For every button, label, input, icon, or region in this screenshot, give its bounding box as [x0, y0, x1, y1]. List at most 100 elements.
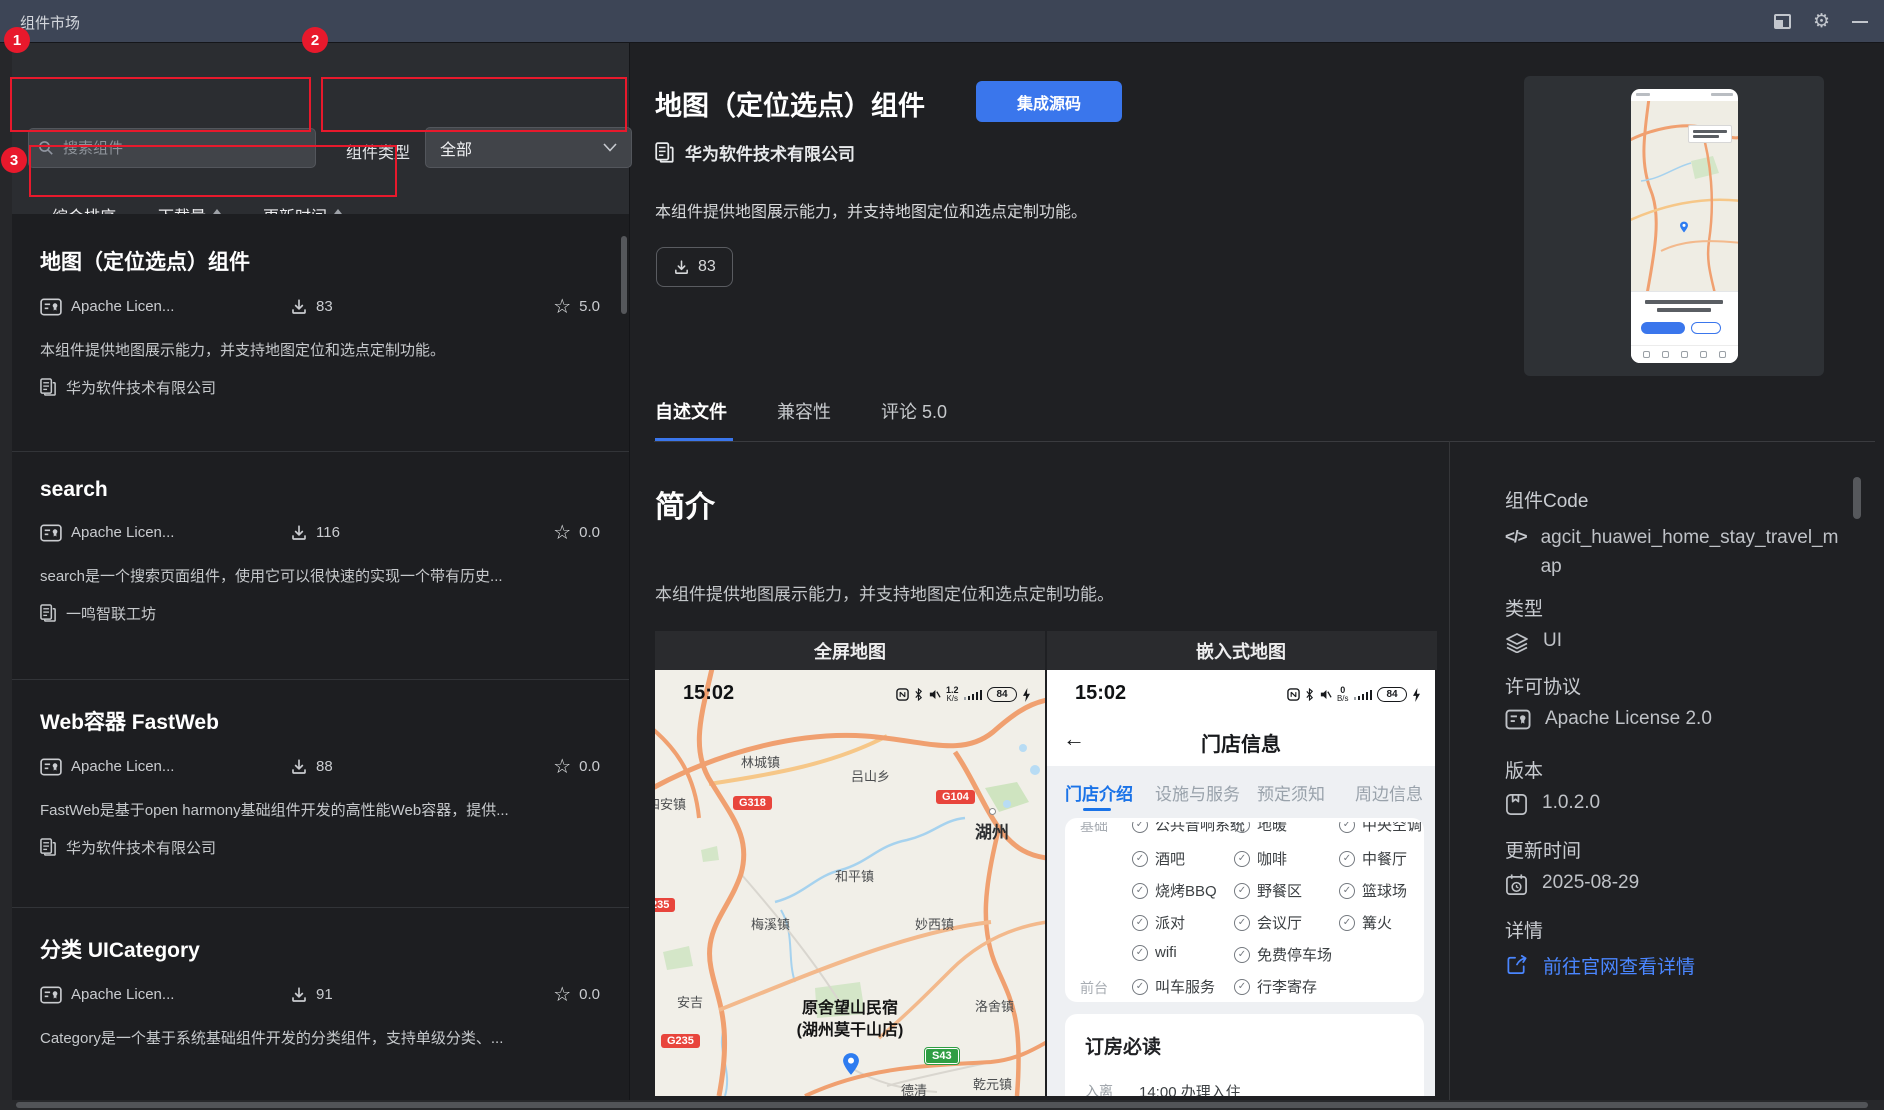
list-item-rating: 0.0 [579, 986, 600, 1003]
road-badge-g235-clipped: 235 [655, 898, 676, 912]
tab-compatibility[interactable]: 兼容性 [777, 398, 831, 424]
list-item-title: Web容器 FastWeb [40, 711, 219, 734]
tab-facilities[interactable]: 设施与服务 [1155, 780, 1240, 805]
city-dot [989, 808, 996, 815]
tab-store-intro[interactable]: 门店介绍 [1065, 780, 1133, 805]
list-item-license: Apache Licen... [71, 524, 175, 541]
integrate-source-button[interactable]: 集成源码 [976, 81, 1122, 122]
component-description: 本组件提供地图展示能力，并支持地图定位和选点定制功能。 [655, 204, 1088, 221]
download-icon [292, 758, 306, 774]
company-icon [655, 141, 674, 163]
list-item-downloads: 91 [316, 986, 333, 1003]
status-bar: 15:02 0 B/s 84 [1047, 670, 1435, 716]
check-icon [1234, 978, 1250, 995]
mini-secondary-button [1691, 322, 1721, 334]
tab-readme[interactable]: 自述文件 [655, 398, 727, 424]
company-icon [40, 378, 56, 396]
tab-comments[interactable]: 评论 5.0 [881, 398, 947, 424]
version-value: 1.0.2.0 [1542, 792, 1601, 813]
minimize-icon[interactable] [1852, 20, 1868, 23]
status-time: 15:02 [1075, 682, 1127, 704]
company-icon [40, 838, 56, 856]
booking-row-value: 14:00 办理入住 [1139, 1084, 1241, 1096]
list-item-desc: Category是一个基于系统基础组件开发的分类组件，支持单级分类、... [40, 1030, 504, 1047]
check-icon [1339, 850, 1355, 867]
map-label: 四安镇 [655, 797, 687, 812]
list-item-rating: 0.0 [579, 524, 600, 541]
status-bar: 15:02 1.2 K/s 84 [655, 670, 1045, 716]
list-item-rating: 0.0 [579, 758, 600, 775]
store-tabs: 门店介绍 设施与服务 预定须知 周边信息 [1047, 766, 1435, 816]
horizontal-scrollbar-thumb[interactable] [16, 1102, 1868, 1108]
check-icon [1234, 914, 1250, 931]
code-value: agcit_huawei_home_stay_travel_map [1540, 527, 1839, 577]
bolt-icon [1413, 687, 1420, 702]
license-icon [1505, 709, 1531, 730]
window-title: 组件市场 [20, 15, 81, 32]
readme-intro: 本组件提供地图展示能力，并支持地图定位和选点定制功能。 [655, 585, 1114, 604]
license-icon [40, 524, 62, 541]
gear-icon[interactable]: ⚙ [1813, 12, 1830, 31]
check-icon [1132, 882, 1148, 899]
active-tab-underline [1083, 808, 1111, 811]
map-label: 梅溪镇 [751, 917, 791, 932]
details-link-row: 前往官网查看详情 [1505, 952, 1695, 979]
check-icon [1132, 944, 1148, 961]
details-scrollbar[interactable] [1853, 477, 1861, 519]
check-icon [1339, 822, 1355, 833]
tab-booking-notes[interactable]: 预定须知 [1257, 780, 1325, 805]
version-row: 1.0.2.0 [1505, 792, 1600, 816]
license-label: 许可协议 [1505, 677, 1582, 698]
tab-nearby[interactable]: 周边信息 [1355, 780, 1423, 805]
chevron-down-icon [603, 143, 617, 152]
component-type-select[interactable]: 全部 [425, 127, 632, 168]
map-label: 妙西镇 [915, 917, 955, 932]
check-icon [1234, 882, 1250, 899]
updated-value: 2025-08-29 [1542, 872, 1640, 893]
sidebar-scrollbar[interactable] [621, 236, 627, 314]
code-icon: </> [1505, 527, 1528, 546]
fullscreen-map-screenshot: 15:02 1.2 K/s 84 林城镇 吕山乡 安镇 G318 G104 湖州… [655, 670, 1047, 1096]
list-item-downloads: 116 [316, 524, 340, 541]
list-item-fastweb[interactable]: Web容器 FastWeb Apache Licen... 88 ☆ 0.0 F… [12, 679, 629, 907]
phone-preview-thumbnail[interactable] [1631, 89, 1738, 363]
battery-indicator: 84 [1377, 687, 1407, 702]
download-count: 83 [698, 258, 716, 275]
component-type-value: 全部 [440, 141, 473, 159]
code-label: 组件Code [1505, 491, 1589, 512]
list-item-desc: FastWeb是基于open harmony基础组件开发的高性能Web容器，提供… [40, 802, 509, 819]
search-input[interactable] [28, 128, 316, 168]
official-site-link[interactable]: 前往官网查看详情 [1543, 952, 1695, 979]
left-gutter [0, 43, 12, 1110]
download-icon [292, 986, 306, 1002]
license-icon [40, 298, 62, 315]
component-type-label: 组件类型 [346, 145, 411, 162]
map-label-city: 湖州 [975, 823, 1009, 842]
readme-table: 全屏地图 嵌入式地图 15:02 1.2 K/s 84 林城镇 吕山乡 安镇 G… [655, 631, 1437, 1096]
share-icon [1507, 955, 1527, 974]
horizontal-scrollbar-track [0, 1100, 1884, 1110]
list-item-search[interactable]: search Apache Licen... 116 ☆ 0.0 search是… [12, 451, 629, 679]
layout-panel-icon[interactable] [1773, 14, 1791, 29]
sidebar-filters: 组件类型 全部 综合排序 下载量 更新时间 [12, 43, 632, 226]
column-header-fullscreen-map: 全屏地图 [655, 631, 1047, 670]
component-list: 地图（定位选点）组件 Apache Licen... 83 ☆ 5.0 本组件提… [12, 214, 630, 1110]
list-item-license: Apache Licen... [71, 986, 175, 1003]
check-icon [1234, 946, 1250, 963]
details-label: 详情 [1505, 921, 1544, 942]
list-item-downloads: 88 [316, 758, 333, 775]
check-icon [1339, 882, 1355, 899]
road-badge-s43: S43 [924, 1047, 960, 1065]
nfc-icon [1287, 688, 1300, 701]
download-icon [292, 524, 306, 540]
component-preview-card [1524, 76, 1824, 376]
battery-indicator: 84 [987, 687, 1017, 702]
road-badge-g235: G235 [661, 1034, 700, 1048]
list-item-uicategory[interactable]: 分类 UICategory Apache Licen... 91 ☆ 0.0 C… [12, 907, 629, 1110]
location-pin-icon [1680, 221, 1688, 233]
type-label: 类型 [1505, 599, 1544, 620]
list-item-title: 分类 UICategory [40, 939, 200, 962]
list-item-company: 华为软件技术有限公司 [66, 840, 217, 857]
poi-label: 原舍望山民宿 (湖州莫干山店) [796, 1000, 904, 1039]
list-item-map-component[interactable]: 地图（定位选点）组件 Apache Licen... 83 ☆ 5.0 本组件提… [12, 214, 629, 451]
